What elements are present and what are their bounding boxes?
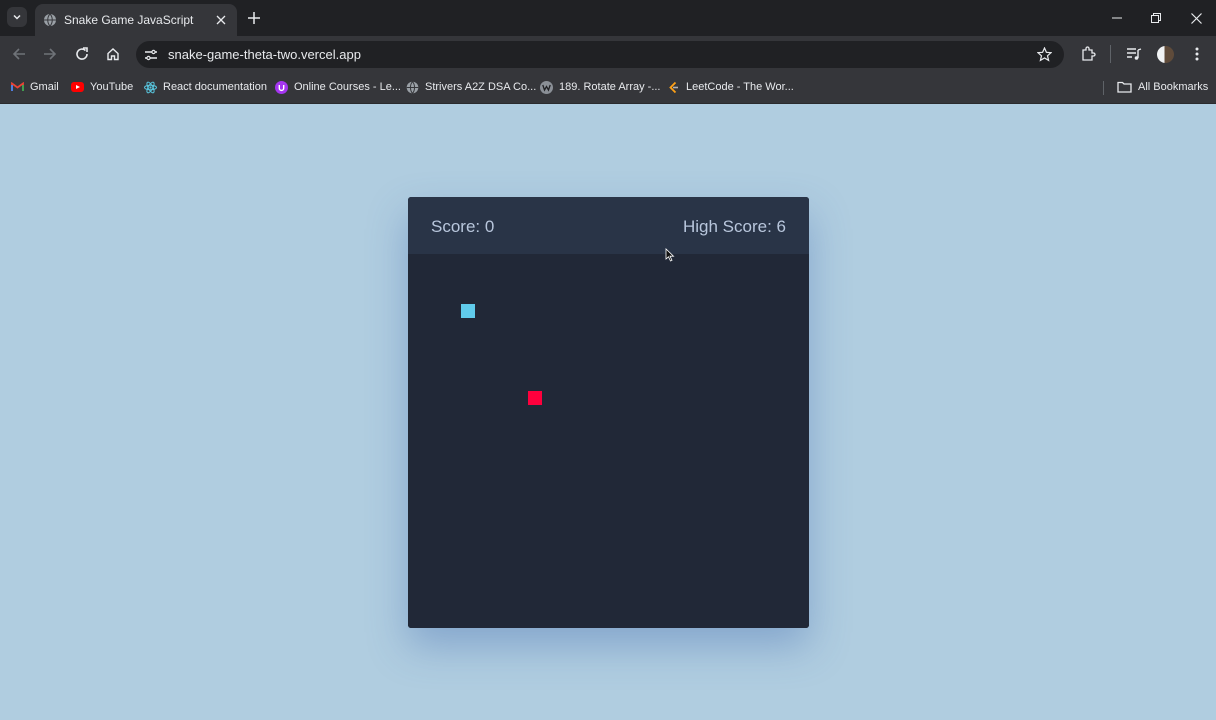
bookmark-udemy[interactable]: Online Courses - Le... bbox=[275, 79, 401, 95]
bookmark-react[interactable]: React documentation bbox=[144, 79, 267, 95]
address-bar[interactable]: snake-game-theta-two.vercel.app bbox=[136, 41, 1064, 68]
back-icon[interactable] bbox=[10, 45, 28, 63]
bookmark-label: React documentation bbox=[163, 81, 267, 93]
bookmark-label: 189. Rotate Array -... bbox=[559, 81, 661, 93]
media-control-icon[interactable] bbox=[1125, 45, 1143, 63]
high-score-text: High Score: 6 bbox=[683, 217, 786, 236]
extensions-icon[interactable] bbox=[1079, 45, 1097, 63]
bookmark-rotate-array[interactable]: 189. Rotate Array -... bbox=[540, 79, 661, 95]
leetcode-icon bbox=[667, 81, 680, 94]
reload-icon[interactable] bbox=[73, 45, 91, 63]
restore-icon[interactable] bbox=[1147, 9, 1165, 27]
tab-active[interactable]: Snake Game JavaScript bbox=[35, 4, 237, 36]
tab-search-icon[interactable] bbox=[7, 7, 27, 27]
bookmark-label: LeetCode - The Wor... bbox=[686, 81, 794, 93]
snake-head bbox=[461, 304, 475, 318]
score-text: Score: 0 bbox=[431, 217, 495, 236]
bookmark-strivers[interactable]: Strivers A2Z DSA Co... bbox=[406, 79, 536, 95]
plus-icon[interactable] bbox=[245, 9, 263, 27]
bookmark-label: Strivers A2Z DSA Co... bbox=[425, 81, 537, 93]
folder-icon bbox=[1117, 81, 1132, 94]
close-window-icon[interactable] bbox=[1187, 9, 1205, 27]
youtube-icon bbox=[71, 81, 84, 94]
react-icon bbox=[144, 81, 157, 94]
menu-icon[interactable] bbox=[1188, 45, 1206, 63]
w-icon bbox=[540, 80, 553, 94]
game-wrapper: Score: 0 High Score: 6 bbox=[408, 197, 809, 628]
site-info-icon[interactable] bbox=[142, 46, 160, 63]
bookmark-label: YouTube bbox=[90, 81, 134, 93]
gmail-icon bbox=[11, 81, 24, 94]
bookmark-label: Gmail bbox=[30, 81, 59, 93]
forward-icon[interactable] bbox=[41, 45, 59, 63]
game-details-bar: Score: 0 High Score: 6 bbox=[408, 197, 809, 254]
toolbar-divider bbox=[1110, 45, 1111, 63]
all-bookmarks-label: All Bookmarks bbox=[1138, 81, 1209, 93]
globe-icon bbox=[43, 13, 57, 27]
close-icon[interactable] bbox=[213, 12, 229, 28]
tab-strip: Snake Game JavaScript bbox=[0, 0, 1216, 36]
bookmark-leetcode[interactable]: LeetCode - The Wor... bbox=[667, 79, 794, 95]
bookmarks-bar: Gmail YouTube React documentation Online… bbox=[0, 72, 1216, 104]
all-bookmarks-button[interactable]: All Bookmarks bbox=[1117, 79, 1208, 95]
bookmarks-divider bbox=[1103, 81, 1104, 95]
tab-title: Snake Game JavaScript bbox=[64, 13, 194, 27]
bookmark-label: Online Courses - Le... bbox=[294, 81, 401, 93]
food bbox=[528, 391, 542, 405]
star-icon[interactable] bbox=[1036, 46, 1053, 63]
url-text[interactable]: snake-game-theta-two.vercel.app bbox=[168, 47, 361, 62]
bookmark-gmail[interactable]: Gmail bbox=[11, 79, 59, 95]
globe-icon bbox=[406, 80, 419, 94]
minimize-icon[interactable] bbox=[1108, 9, 1126, 27]
udemy-icon bbox=[275, 80, 288, 94]
play-board[interactable] bbox=[408, 254, 809, 628]
home-icon[interactable] bbox=[104, 45, 122, 63]
profile-avatar[interactable] bbox=[1157, 46, 1174, 63]
mouse-cursor-icon bbox=[665, 248, 675, 262]
bookmark-youtube[interactable]: YouTube bbox=[71, 79, 133, 95]
